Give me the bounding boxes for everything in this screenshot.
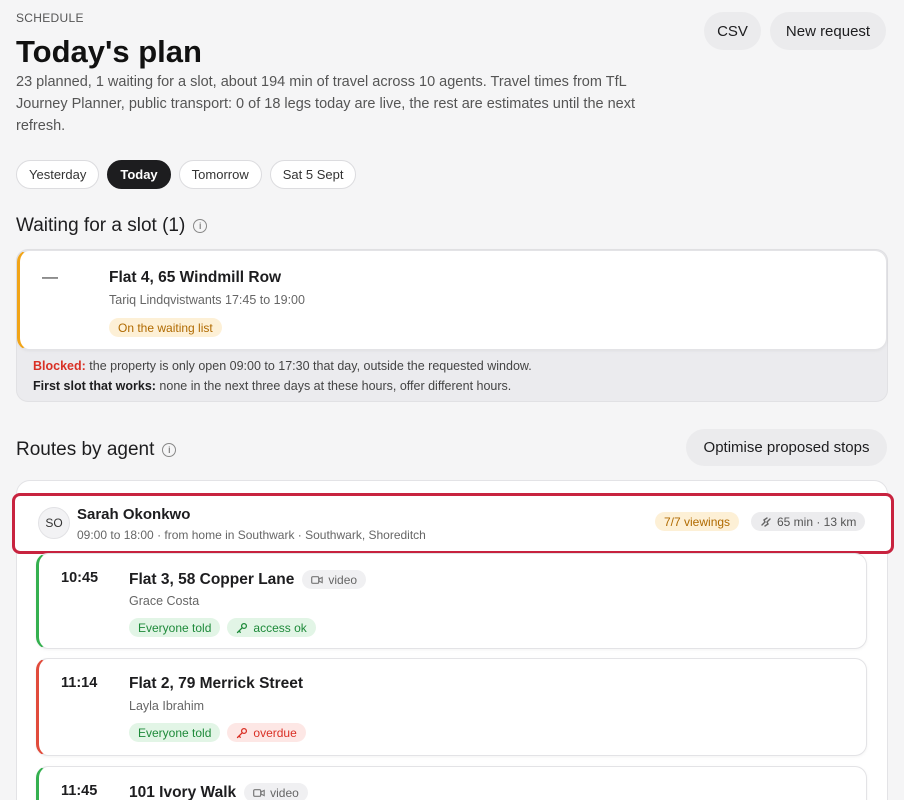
stop-person: Layla Ibrahim (129, 699, 205, 713)
waiting-card[interactable]: — Flat 4, 65 Windmill Row Tariq Lindqvis… (17, 250, 887, 350)
access-badge: access ok (227, 618, 316, 637)
access-badge: overdue (227, 723, 306, 742)
stop-address: Flat 3, 58 Copper Lane (129, 570, 295, 588)
tab-tomorrow[interactable]: Tomorrow (178, 160, 262, 189)
routes-section-title: Routes by agent (16, 439, 155, 460)
page-eyebrow: SCHEDULE (16, 11, 84, 25)
stop-card[interactable]: 11:45 101 Ivory Walk video (36, 766, 867, 800)
waiting-time-placeholder: — (42, 269, 58, 286)
stop-badges: Everyone told overdue (129, 723, 306, 742)
stop-time: 11:14 (61, 675, 98, 691)
stop-time: 10:45 (61, 570, 99, 586)
tab-today[interactable]: Today (107, 160, 171, 189)
viewings-badge: 7/7 viewings (655, 512, 740, 531)
video-badge: video (302, 570, 367, 589)
waiting-detail: Tariq Lindqvistwants 17:45 to 19:00 (109, 293, 305, 307)
travel-text: 65 min · 13 km (777, 514, 857, 529)
everyone-told-badge: Everyone told (129, 618, 221, 637)
page-subtitle: 23 planned, 1 waiting for a slot, about … (16, 74, 636, 134)
blocked-label: Blocked: (33, 359, 86, 373)
stop-title: Flat 3, 58 Copper Lane video (129, 570, 367, 589)
stop-address: Flat 2, 79 Merrick Street (129, 675, 304, 692)
info-icon[interactable]: i (162, 443, 177, 457)
waiting-panel: — Flat 4, 65 Windmill Row Tariq Lindqvis… (16, 249, 888, 402)
key-icon (236, 727, 248, 739)
blocked-text: the property is only open 09:00 to 17:30… (85, 359, 532, 373)
key-icon (236, 622, 248, 634)
routes-section-heading: Routes by agent i (16, 439, 177, 461)
new-request-button[interactable]: New request (770, 12, 886, 50)
agent-row[interactable]: SO Sarah Okonkwo 09:00 to 18:00 · from h… (12, 493, 894, 554)
waiting-section-heading: Waiting for a slot (1) i (16, 215, 208, 237)
blocked-note: Blocked: the property is only open 09:00… (33, 356, 532, 376)
video-icon (253, 788, 265, 798)
video-label: video (270, 785, 299, 800)
page-title: Today's plan (16, 34, 202, 69)
tab-yesterday[interactable]: Yesterday (16, 160, 100, 189)
access-label: overdue (253, 725, 297, 740)
video-badge: video (244, 783, 308, 800)
stop-card[interactable]: 11:14 Flat 2, 79 Merrick Street Layla Ib… (36, 658, 867, 756)
stop-address: 101 Ivory Walk (129, 783, 237, 800)
stop-title: Flat 2, 79 Merrick Street (129, 675, 303, 693)
stop-badges: Everyone told access ok (129, 618, 316, 637)
everyone-told-badge: Everyone told (129, 723, 221, 742)
video-label: video (328, 572, 358, 587)
waiting-status-badge: On the waiting list (109, 318, 222, 337)
agent-name: Sarah Okonkwo (77, 506, 191, 523)
csv-button[interactable]: CSV (704, 12, 761, 50)
stop-person: Grace Costa (129, 594, 200, 608)
agent-meta: 09:00 to 18:00 · from home in Southwark … (77, 528, 426, 542)
travel-badge: 65 min · 13 km (751, 512, 866, 531)
first-slot-note: First slot that works: none in the next … (33, 376, 532, 396)
info-icon[interactable]: i (193, 219, 208, 233)
first-slot-text: none in the next three days at these hou… (155, 379, 512, 393)
waiting-notes: Blocked: the property is only open 09:00… (33, 356, 532, 396)
video-icon (311, 575, 324, 585)
tab-sat-5-sept[interactable]: Sat 5 Sept (269, 160, 357, 189)
route-icon (760, 516, 772, 528)
waiting-address: Flat 4, 65 Windmill Row (109, 269, 282, 286)
day-tabs: Yesterday Today Tomorrow Sat 5 Sept (16, 160, 357, 189)
optimise-stops-button[interactable]: Optimise proposed stops (686, 429, 887, 466)
waiting-section-title: Waiting for a slot (1) (16, 215, 186, 236)
stop-title: 101 Ivory Walk video (129, 783, 308, 800)
first-slot-label: First slot that works: (33, 379, 156, 393)
access-label: access ok (253, 620, 307, 635)
avatar: SO (38, 507, 70, 539)
stop-card[interactable]: 10:45 Flat 3, 58 Copper Lane video Grace… (36, 553, 867, 649)
stop-time: 11:45 (61, 783, 98, 799)
